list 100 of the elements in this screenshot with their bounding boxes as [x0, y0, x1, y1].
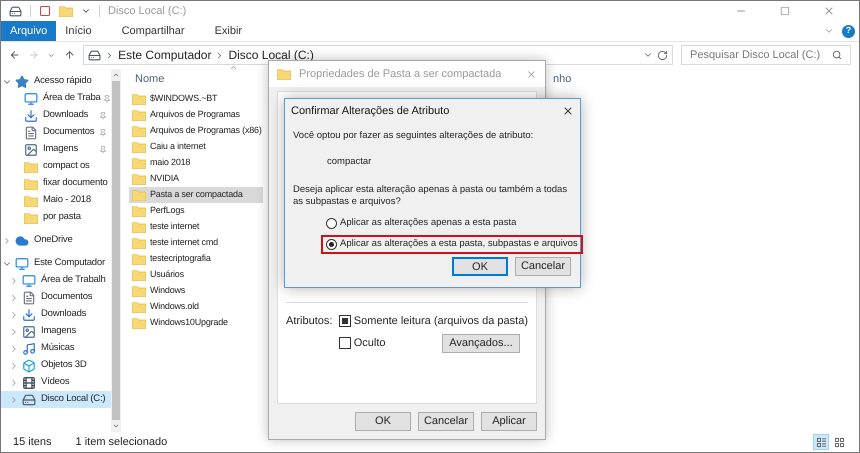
sidebar-item[interactable]: Maio - 2018 — [1, 192, 111, 209]
file-name: Windows — [150, 284, 186, 298]
sidebar-label: Downloads — [41, 307, 86, 322]
image-icon — [22, 324, 36, 338]
checkbox-icon[interactable] — [39, 5, 51, 17]
file-name: $WINDOWS.~BT — [150, 92, 218, 106]
sidebar-item[interactable]: compact os — [1, 158, 111, 175]
file-row[interactable]: Windows.old — [129, 299, 263, 315]
file-name: Caiu a internet — [150, 140, 206, 154]
folder-icon — [132, 141, 146, 153]
sidebar-label: Documentos — [43, 125, 94, 140]
folder-icon — [132, 157, 146, 169]
up-icon[interactable] — [64, 49, 76, 61]
details-view-button[interactable] — [813, 434, 829, 450]
dialog-title: Confirmar Alterações de Atributo — [291, 104, 450, 119]
file-row[interactable]: Arquivos de Programas — [129, 107, 263, 123]
file-row[interactable]: teste internet cmd — [129, 235, 263, 251]
folder-icon — [132, 189, 146, 201]
checkbox[interactable] — [338, 337, 351, 349]
folder-icon — [132, 269, 146, 281]
dialog-question: Deseja aplicar esta alteração apenas à pasta ou também a todas as subpastas e arquivos? — [293, 184, 568, 208]
sidebar-item[interactable]: Downloads — [1, 107, 111, 124]
file-row[interactable]: Windows — [129, 283, 263, 299]
back-icon[interactable] — [9, 49, 20, 61]
sidebar-item[interactable]: Músicas — [1, 340, 111, 357]
checkbox-label: Oculto — [354, 336, 386, 351]
cube-icon — [22, 358, 36, 372]
star-icon — [15, 74, 29, 88]
sidebar-item[interactable]: Imagens — [1, 141, 111, 158]
download-icon — [22, 308, 36, 322]
sidebar-item[interactable]: Área de Traba — [1, 90, 111, 107]
advanced-button[interactable]: Avançados... — [442, 334, 520, 352]
sidebar-item[interactable]: OneDrive — [1, 232, 111, 249]
dialog-button[interactable]: Cancelar — [515, 257, 571, 276]
sidebar-item[interactable]: Este Computador — [1, 255, 111, 272]
file-row[interactable]: teste internet — [129, 219, 263, 235]
file-row[interactable]: Pasta a ser compactada — [129, 187, 263, 203]
column-header[interactable]: nho — [553, 70, 572, 88]
file-row[interactable]: testecriptografia — [129, 251, 263, 267]
sidebar-item[interactable]: Acesso rápido — [1, 73, 111, 90]
dialog-button[interactable]: OK — [452, 257, 508, 276]
folder-icon — [24, 194, 38, 206]
ribbon-tab[interactable]: Compartilhar — [112, 21, 194, 41]
image-icon — [24, 142, 38, 156]
drive-icon — [88, 48, 102, 62]
sidebar-label: compact os — [43, 159, 90, 174]
file-name: Windows10Upgrade — [150, 316, 228, 330]
dialog-button[interactable]: Aplicar — [481, 412, 537, 431]
dialog-button[interactable]: OK — [355, 412, 411, 431]
file-row[interactable]: $WINDOWS.~BT — [129, 91, 263, 107]
scroll-down-icon[interactable] — [112, 422, 120, 430]
monitor-icon — [24, 92, 38, 106]
drive-icon[interactable] — [9, 4, 22, 18]
document-icon — [22, 290, 36, 304]
radio-button[interactable] — [326, 218, 337, 228]
sidebar-item[interactable]: Vídeos — [1, 374, 111, 391]
sidebar-item[interactable]: Área de Trabalh — [1, 272, 111, 289]
search-icon — [832, 50, 842, 60]
sidebar-label: Músicas — [41, 341, 74, 356]
sidebar-item[interactable]: Documentos — [1, 124, 111, 141]
file-name: maio 2018 — [150, 156, 190, 170]
radio-button[interactable] — [326, 238, 337, 250]
help-icon[interactable]: ? — [842, 24, 855, 38]
refresh-icon[interactable] — [656, 50, 668, 60]
close-icon[interactable] — [562, 105, 574, 117]
search-field[interactable]: Pesquisar Disco Local (C:) — [680, 45, 851, 65]
sidebar-item[interactable]: por pasta — [1, 209, 111, 226]
checkbox[interactable] — [338, 315, 351, 328]
file-row[interactable]: Windows10Upgrade — [129, 315, 263, 331]
file-row[interactable]: NVIDIA — [129, 171, 263, 187]
folder-icon — [277, 68, 291, 80]
file-row[interactable]: Caiu a internet — [129, 139, 263, 155]
file-row[interactable]: PerfLogs — [129, 203, 263, 219]
sidebar-label: Imagens — [41, 324, 76, 338]
cloud-icon — [15, 234, 29, 248]
scroll-up-icon[interactable] — [112, 71, 120, 79]
sidebar-label: fixar documento — [43, 176, 108, 190]
dialog-message: Você optou por fazer as seguintes alterações de atributo: — [293, 129, 534, 143]
scrollbar[interactable] — [111, 69, 121, 432]
file-row[interactable]: Usuários — [129, 267, 263, 283]
drive-icon — [22, 392, 36, 406]
folder-icon — [132, 205, 146, 217]
window-title: Disco Local (C:) — [108, 4, 186, 19]
sidebar-label: Downloads — [43, 108, 88, 122]
sidebar-item[interactable]: Disco Local (C:) — [1, 391, 111, 408]
file-row[interactable]: Arquivos de Programas (x86) — [129, 123, 263, 139]
sidebar-item[interactable]: Objetos 3D — [1, 357, 111, 374]
sidebar-item[interactable]: fixar documento — [1, 175, 111, 192]
ribbon-tab[interactable]: Exibir — [206, 21, 252, 41]
ribbon-tab[interactable]: Arquivo — [1, 21, 56, 41]
file-name: Arquivos de Programas (x86) — [150, 124, 262, 138]
folder-icon — [132, 301, 146, 313]
file-row[interactable]: maio 2018 — [129, 155, 263, 171]
maximize-icon[interactable] — [780, 6, 790, 16]
ribbon-tab[interactable]: Início — [56, 21, 101, 41]
sidebar-item[interactable]: Imagens — [1, 323, 111, 340]
dialog-button[interactable]: Cancelar — [418, 412, 474, 431]
sidebar-item[interactable]: Downloads — [1, 306, 111, 323]
breadcrumb[interactable]: Este Computador — [118, 46, 212, 64]
sidebar-item[interactable]: Documentos — [1, 289, 111, 306]
